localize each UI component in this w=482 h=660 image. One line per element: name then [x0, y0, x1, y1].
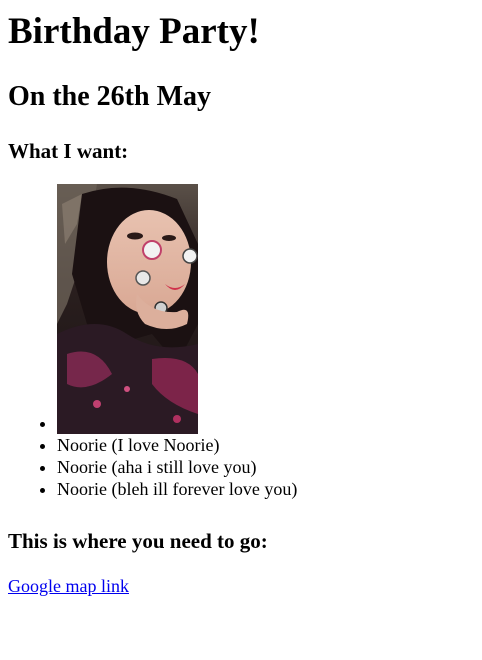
google-map-link[interactable]: Google map link — [8, 576, 129, 597]
list-item: Noorie (aha i still love you) — [57, 456, 474, 478]
want-heading: What I want: — [8, 139, 129, 163]
list-item: Noorie (I love Noorie) — [57, 434, 474, 456]
date-heading: On the 26th May — [8, 81, 211, 112]
portrait-photo-icon — [57, 184, 198, 434]
wishlist: Noorie (I love Noorie) Noorie (aha i sti… — [8, 184, 474, 500]
page-title: Birthday Party! — [8, 11, 260, 52]
list-item-photo — [57, 184, 474, 434]
photo-wrapper — [57, 184, 198, 434]
location-heading: This is where you need to go: — [8, 529, 268, 553]
list-item: Noorie (bleh ill forever love you) — [57, 478, 474, 500]
page-content: Birthday Party! On the 26th May What I w… — [0, 8, 482, 597]
